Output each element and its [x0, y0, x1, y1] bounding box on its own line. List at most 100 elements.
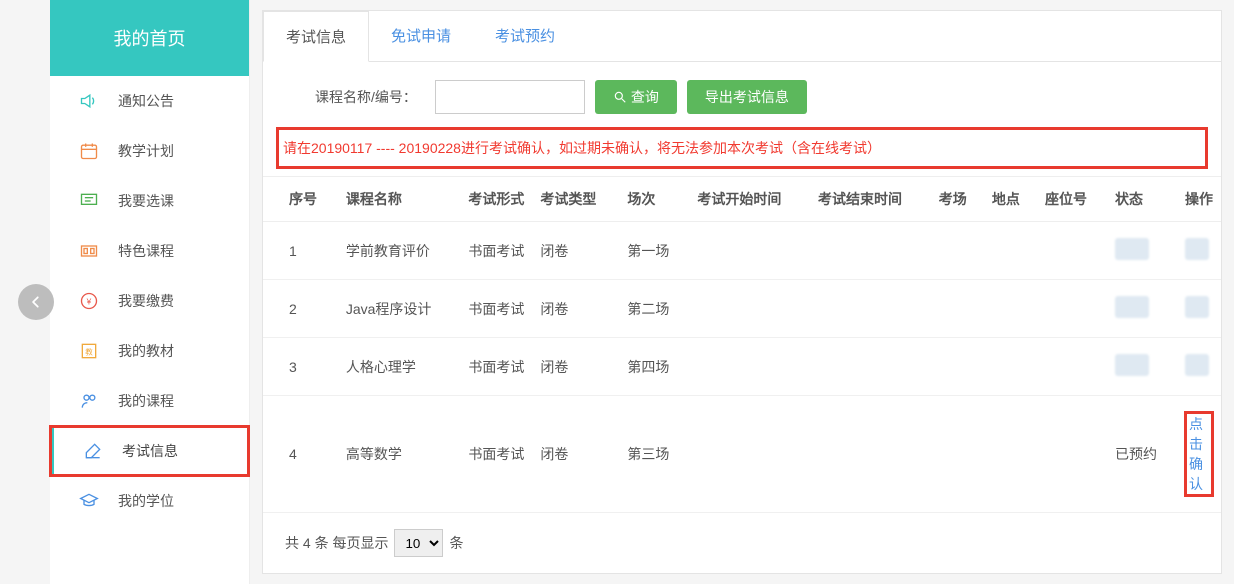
sidebar-item-label: 教学计划: [118, 141, 174, 161]
cell: [689, 338, 810, 396]
cell-op: [1177, 222, 1221, 280]
cell: [810, 338, 931, 396]
sidebar-item-label: 我要选课: [118, 191, 174, 211]
cell: [931, 338, 984, 396]
sidebar-item-label: 我的学位: [118, 491, 174, 511]
sidebar-item-4[interactable]: ¥ 我要缴费: [50, 276, 249, 326]
search-label: 课程名称/编号：: [315, 87, 417, 107]
cell-op: [1177, 338, 1221, 396]
speaker-icon: [78, 90, 100, 112]
cell: [984, 338, 1037, 396]
col-7: 考场: [931, 177, 984, 222]
cell: 闭卷: [532, 338, 619, 396]
cell: 闭卷: [532, 280, 619, 338]
cell: 2: [263, 280, 338, 338]
cell-op: [1177, 280, 1221, 338]
cell: [1107, 222, 1177, 280]
table-row: 2Java程序设计书面考试闭卷第二场: [263, 280, 1221, 338]
table-row: 3人格心理学书面考试闭卷第四场: [263, 338, 1221, 396]
col-3: 考试类型: [532, 177, 619, 222]
svg-text:教: 教: [85, 346, 93, 356]
cell: 书面考试: [460, 280, 532, 338]
sidebar-item-5[interactable]: 教 我的教材: [50, 326, 249, 376]
course-icon: [78, 390, 100, 412]
cell: [689, 396, 810, 513]
sidebar-item-0[interactable]: 通知公告: [50, 76, 249, 126]
cell: [689, 280, 810, 338]
op-blur: [1185, 238, 1209, 260]
col-11: 操作: [1177, 177, 1221, 222]
cell: Java程序设计: [338, 280, 461, 338]
sidebar-item-6[interactable]: 我的课程: [50, 376, 249, 426]
cell: 人格心理学: [338, 338, 461, 396]
panel: 考试信息免试申请考试预约 课程名称/编号： 查询 导出考试信息 请在201901…: [262, 10, 1222, 574]
col-5: 考试开始时间: [689, 177, 810, 222]
cell: [1107, 338, 1177, 396]
chevron-left-icon: [29, 295, 43, 309]
col-4: 场次: [619, 177, 689, 222]
tab-2[interactable]: 考试预约: [473, 11, 577, 61]
sidebar: 我的首页 通知公告教学计划我要选课特色课程 ¥ 我要缴费教 我的教材我的课程考试信息我…: [50, 0, 250, 584]
cell: [931, 280, 984, 338]
table-row: 1学前教育评价书面考试闭卷第一场: [263, 222, 1221, 280]
col-9: 座位号: [1037, 177, 1107, 222]
cell: [1037, 396, 1107, 513]
query-button-label: 查询: [631, 87, 659, 107]
cell: [931, 222, 984, 280]
svg-text:¥: ¥: [86, 296, 92, 306]
table-row: 4高等数学书面考试闭卷第三场已预约点击确认: [263, 396, 1221, 513]
cell: 第二场: [619, 280, 689, 338]
pager-prefix: 共 4 条 每页显示: [285, 533, 388, 553]
course-search-input[interactable]: [435, 80, 585, 114]
status-blur: [1115, 296, 1149, 318]
col-6: 考试结束时间: [810, 177, 931, 222]
cell: 学前教育评价: [338, 222, 461, 280]
op-blur: [1185, 296, 1209, 318]
back-circle-button[interactable]: [18, 284, 54, 320]
sidebar-item-label: 我的教材: [118, 341, 174, 361]
pager: 共 4 条 每页显示 10 条: [263, 513, 1221, 573]
cell: 3: [263, 338, 338, 396]
cell: [1037, 280, 1107, 338]
cell: [810, 396, 931, 513]
col-0: 序号: [263, 177, 338, 222]
sidebar-item-1[interactable]: 教学计划: [50, 126, 249, 176]
col-2: 考试形式: [460, 177, 532, 222]
cell-op: 点击确认: [1177, 396, 1221, 513]
status-blur: [1115, 354, 1149, 376]
col-8: 地点: [984, 177, 1037, 222]
search-bar: 课程名称/编号： 查询 导出考试信息: [263, 62, 1221, 124]
cell: [1037, 338, 1107, 396]
sidebar-item-label: 通知公告: [118, 91, 174, 111]
cell: 书面考试: [460, 396, 532, 513]
tab-1[interactable]: 免试申请: [369, 11, 473, 61]
sidebar-item-2[interactable]: 我要选课: [50, 176, 249, 226]
tabs: 考试信息免试申请考试预约: [263, 11, 1221, 62]
col-1: 课程名称: [338, 177, 461, 222]
query-button[interactable]: 查询: [595, 80, 677, 114]
pager-suffix: 条: [449, 533, 463, 553]
cell: [1107, 280, 1177, 338]
confirm-link[interactable]: 点击确认: [1185, 412, 1213, 496]
cell: [984, 280, 1037, 338]
sidebar-home[interactable]: 我的首页: [50, 0, 249, 76]
sidebar-item-7[interactable]: 考试信息: [50, 426, 249, 476]
sidebar-item-label: 考试信息: [122, 441, 178, 461]
book-icon: 教: [78, 340, 100, 362]
export-button[interactable]: 导出考试信息: [687, 80, 807, 114]
cell: 闭卷: [532, 222, 619, 280]
tab-0[interactable]: 考试信息: [263, 11, 369, 62]
cell: 1: [263, 222, 338, 280]
page-size-select[interactable]: 10: [394, 529, 443, 557]
cell: [689, 222, 810, 280]
sidebar-item-8[interactable]: 我的学位: [50, 476, 249, 526]
cell: [810, 222, 931, 280]
sidebar-item-3[interactable]: 特色课程: [50, 226, 249, 276]
edit-icon: [82, 440, 104, 462]
sidebar-item-label: 特色课程: [118, 241, 174, 261]
cell: 书面考试: [460, 338, 532, 396]
search-icon: [613, 90, 627, 104]
board-icon: [78, 190, 100, 212]
sidebar-item-label: 我要缴费: [118, 291, 174, 311]
cell: 4: [263, 396, 338, 513]
